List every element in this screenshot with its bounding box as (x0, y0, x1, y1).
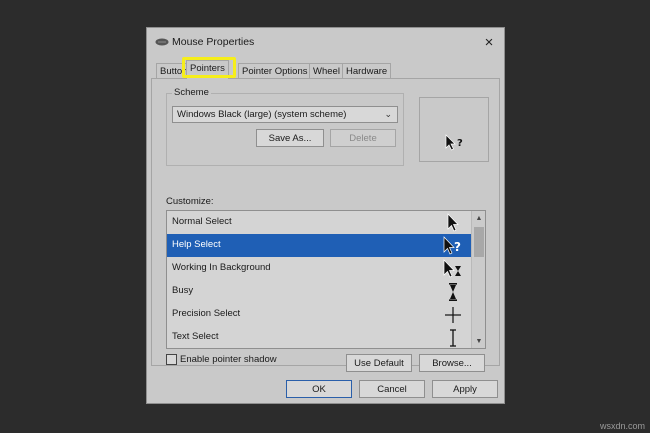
hourglass-cursor-icon (449, 283, 457, 301)
pointer-shadow-label: Enable pointer shadow (180, 354, 277, 365)
list-item-label: Help Select (172, 239, 221, 250)
pointer-shadow-checkbox[interactable] (166, 354, 177, 365)
ok-button[interactable]: OK (286, 380, 352, 398)
mouse-properties-dialog: Mouse Properties × Buttons Pointers Poin… (146, 27, 505, 404)
svg-text:?: ? (457, 138, 463, 149)
scheme-selected-value: Windows Black (large) (system scheme) (177, 109, 347, 120)
list-item-label: Text Select (172, 331, 219, 342)
help-cursor-preview-icon: ? (445, 134, 463, 151)
scheme-label: Scheme (172, 87, 211, 98)
scroll-up-icon[interactable]: ▲ (472, 211, 485, 225)
svg-text:?: ? (454, 240, 461, 254)
dialog-footer: OK Cancel Apply (147, 368, 504, 405)
pointer-shadow-option[interactable]: Enable pointer shadow (166, 354, 277, 365)
watermark: wsxdn.com (599, 421, 645, 431)
apply-button[interactable]: Apply (432, 380, 498, 398)
list-item-working-in-background[interactable]: Working In Background (167, 257, 472, 280)
tab-wheel[interactable]: Wheel (309, 63, 344, 78)
chevron-down-icon: ⌄ (384, 109, 392, 119)
list-item-precision-select[interactable]: Precision Select (167, 303, 472, 326)
list-scrollbar[interactable]: ▲ ▼ (471, 211, 485, 348)
arrow-cursor-icon (447, 213, 459, 232)
list-item-text-select[interactable]: Text Select (167, 326, 472, 348)
list-item-label: Precision Select (172, 308, 241, 319)
cancel-button[interactable]: Cancel (359, 380, 425, 398)
title-bar[interactable]: Mouse Properties × (147, 28, 504, 56)
working-cursor-icon (443, 259, 461, 278)
close-icon: × (484, 33, 494, 51)
customize-label: Customize: (166, 196, 214, 207)
tab-hardware[interactable]: Hardware (342, 63, 392, 78)
list-item-label: Busy (172, 285, 194, 296)
list-item-busy[interactable]: Busy (167, 280, 472, 303)
help-cursor-icon: ? (443, 236, 461, 255)
save-as-button[interactable]: Save As... (256, 129, 324, 147)
text-beam-cursor-icon (450, 329, 456, 347)
scroll-thumb[interactable] (474, 227, 484, 257)
list-item-normal-select[interactable]: Normal Select (167, 211, 472, 234)
tab-pointer-options[interactable]: Pointer Options (238, 63, 312, 78)
list-item-label: Normal Select (172, 216, 232, 227)
mouse-icon (155, 38, 169, 46)
scroll-down-icon[interactable]: ▼ (472, 334, 485, 348)
cursor-list: Normal Select Help Select ? Working In B… (166, 210, 486, 349)
crosshair-cursor-icon (445, 307, 461, 323)
delete-button[interactable]: Delete (330, 129, 396, 147)
window-title: Mouse Properties (172, 36, 255, 48)
cursor-preview: ? (419, 97, 489, 162)
close-button[interactable]: × (480, 33, 498, 51)
list-item-label: Working In Background (172, 262, 271, 273)
list-item-help-select[interactable]: Help Select ? (167, 234, 472, 257)
pointers-panel: Scheme Windows Black (large) (system sch… (151, 78, 500, 372)
tab-pointers[interactable]: Pointers (186, 60, 229, 79)
scheme-dropdown[interactable]: Windows Black (large) (system scheme) ⌄ (172, 106, 398, 123)
tab-bar: Buttons Pointers Pointer Options Wheel H… (153, 60, 493, 79)
